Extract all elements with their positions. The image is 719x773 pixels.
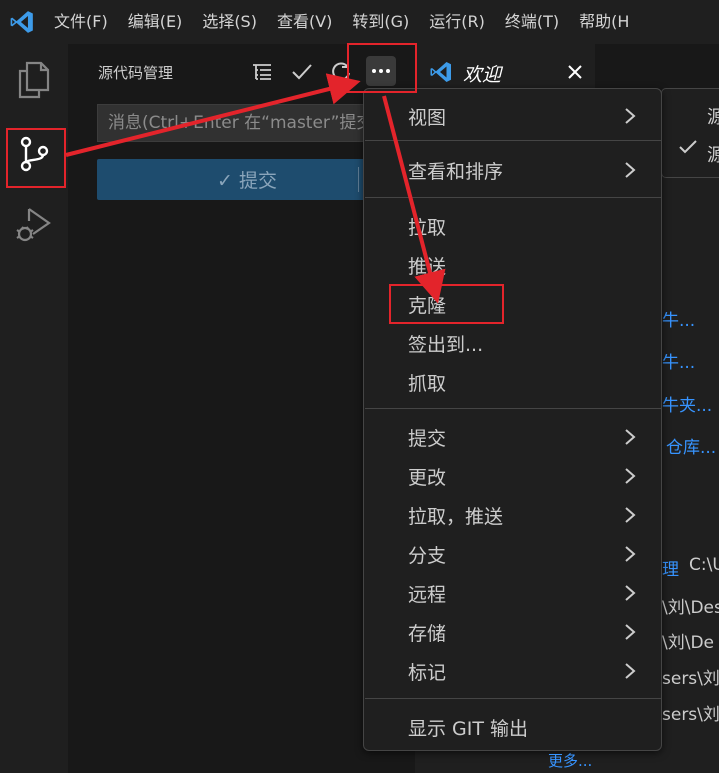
- view-submenu: 源 源: [661, 88, 719, 178]
- welcome-link-fragment[interactable]: 仓库...: [666, 433, 716, 458]
- submenu-item[interactable]: 源: [707, 103, 719, 129]
- recent-path-fragment: C:\U: [689, 555, 719, 575]
- check-icon: [292, 64, 312, 80]
- menu-item-label: 更改: [408, 467, 447, 489]
- more-link-fragment[interactable]: 更多...: [548, 750, 592, 773]
- menu-file[interactable]: 文件(F): [44, 0, 118, 44]
- title-bar: 文件(F) 编辑(E) 选择(S) 查看(V) 转到(G) 运行(R) 终端(T…: [0, 0, 719, 44]
- menu-item-view[interactable]: 视图: [364, 97, 661, 135]
- menu-item-pull-push[interactable]: 拉取，推送: [364, 496, 661, 534]
- chevron-right-icon: [625, 468, 636, 484]
- check-icon: [679, 139, 697, 159]
- chevron-right-icon: [625, 546, 636, 562]
- list-tree-icon: [253, 64, 271, 80]
- tab-title: 欢迎: [463, 64, 502, 86]
- chevron-right-icon: [625, 108, 636, 124]
- menu-item-label: 拉取: [408, 217, 447, 239]
- menu-item-label: 查看和排序: [408, 161, 504, 183]
- menu-item-changes[interactable]: 更改: [364, 457, 661, 495]
- menu-item-show-git-output[interactable]: 显示 GIT 输出: [364, 708, 661, 746]
- annotation-box-more-actions: [347, 43, 417, 93]
- menu-item-remote[interactable]: 远程: [364, 574, 661, 612]
- run-debug-icon[interactable]: [0, 194, 68, 254]
- menu-separator: [365, 197, 661, 198]
- menu-help[interactable]: 帮助(H: [569, 0, 639, 44]
- chevron-right-icon: [625, 429, 636, 445]
- commit-message-input[interactable]: 消息(Ctrl+Enter 在“master”提交): [97, 104, 397, 142]
- menu-item-pull[interactable]: 拉取: [364, 207, 661, 245]
- menu-item-tags[interactable]: 标记: [364, 652, 661, 690]
- close-icon[interactable]: [563, 58, 587, 86]
- menu-item-label: 显示 GIT 输出: [408, 718, 529, 740]
- chevron-right-icon: [625, 585, 636, 601]
- view-as-tree-button[interactable]: [248, 58, 276, 86]
- welcome-link-fragment[interactable]: 牛...: [662, 348, 695, 373]
- menu-item-commit[interactable]: 提交: [364, 418, 661, 456]
- recent-link-fragment[interactable]: 理: [662, 555, 679, 580]
- menu-item-view-sort[interactable]: 查看和排序: [364, 151, 661, 189]
- commit-button-label: ✓ 提交: [217, 170, 277, 192]
- menu-separator: [365, 140, 661, 141]
- commit-check-button[interactable]: [288, 58, 316, 86]
- menu-go[interactable]: 转到(G): [342, 0, 419, 44]
- annotation-box-clone: [389, 284, 504, 324]
- commit-button[interactable]: ✓ 提交: [97, 159, 397, 200]
- recent-path-fragment: sers\刘\: [662, 669, 719, 689]
- vscode-tab-icon: [429, 60, 453, 88]
- menu-selection[interactable]: 选择(S): [192, 0, 267, 44]
- menu-item-label: 拉取，推送: [408, 506, 504, 528]
- menu-item-label: 签出到...: [408, 334, 484, 356]
- chevron-right-icon: [625, 624, 636, 640]
- annotation-box-source-control: [6, 128, 66, 188]
- menu-item-label: 标记: [408, 662, 447, 684]
- menu-item-label: 抓取: [408, 373, 447, 395]
- welcome-link-fragment[interactable]: 牛夹...: [662, 391, 712, 416]
- recent-path-fragment: \刘\Des: [662, 598, 719, 618]
- chevron-right-icon: [625, 507, 636, 523]
- menu-item-label: 分支: [408, 545, 447, 567]
- submenu-item[interactable]: 源: [707, 141, 719, 167]
- menu-item-stash[interactable]: 存储: [364, 613, 661, 651]
- menu-item-branch[interactable]: 分支: [364, 535, 661, 573]
- panel-title: 源代码管理: [98, 64, 174, 82]
- menu-item-label: 视图: [408, 107, 447, 129]
- recent-path-fragment: sers\刘: [662, 705, 719, 725]
- menu-item-label: 存储: [408, 623, 447, 645]
- recent-path-fragment: \刘\De: [662, 633, 715, 653]
- welcome-link-fragment[interactable]: 牛...: [662, 306, 695, 331]
- commit-button-separator: [358, 167, 359, 192]
- chevron-right-icon: [625, 162, 636, 178]
- menu-item-fetch[interactable]: 抓取: [364, 363, 661, 401]
- menu-view[interactable]: 查看(V): [267, 0, 342, 44]
- chevron-right-icon: [625, 663, 636, 679]
- more-actions-menu: 视图 查看和排序 拉取 推送 克隆 签出到... 抓取 提交 更改 拉取，推送 …: [363, 88, 662, 751]
- menu-separator: [365, 408, 661, 409]
- menu-separator: [365, 698, 661, 699]
- menu-bar: 文件(F) 编辑(E) 选择(S) 查看(V) 转到(G) 运行(R) 终端(T…: [44, 0, 639, 44]
- vscode-logo-icon: [0, 0, 44, 44]
- menu-run[interactable]: 运行(R): [419, 0, 495, 44]
- menu-item-label: 推送: [408, 256, 447, 278]
- explorer-icon[interactable]: [0, 50, 68, 110]
- menu-edit[interactable]: 编辑(E): [118, 0, 193, 44]
- menu-item-push[interactable]: 推送: [364, 246, 661, 284]
- menu-item-checkout[interactable]: 签出到...: [364, 324, 661, 362]
- menu-item-label: 提交: [408, 428, 447, 450]
- menu-item-label: 远程: [408, 584, 447, 606]
- menu-terminal[interactable]: 终端(T): [495, 0, 569, 44]
